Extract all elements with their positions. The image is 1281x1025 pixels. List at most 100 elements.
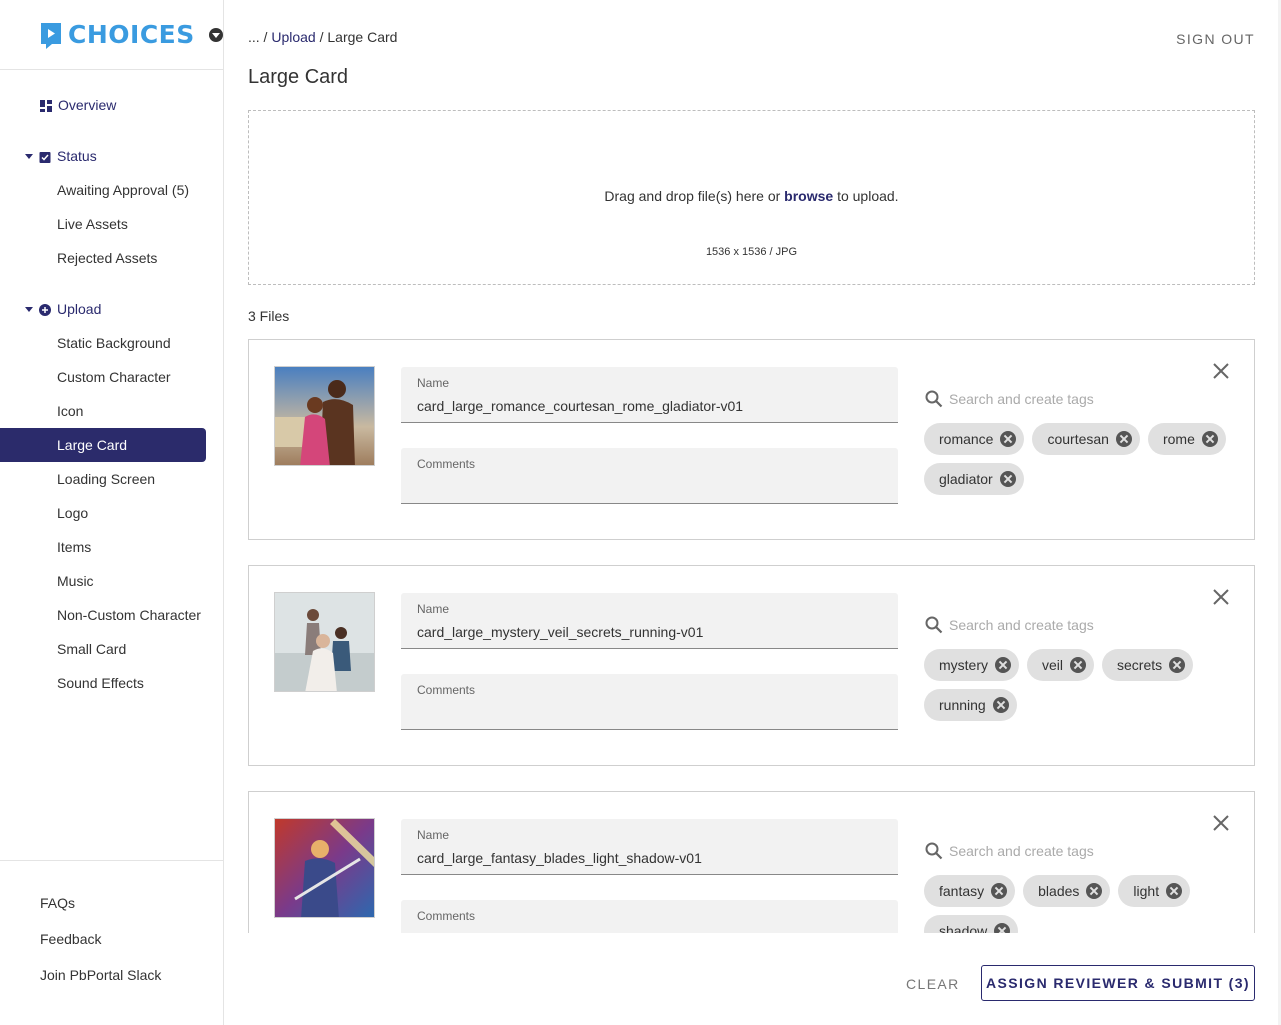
remove-tag-icon[interactable]	[1201, 431, 1218, 447]
remove-file-icon[interactable]	[1212, 362, 1230, 380]
sidebar-item-items[interactable]: Items	[0, 530, 223, 564]
remove-tag-icon[interactable]	[995, 657, 1011, 673]
brand-logo-text[interactable]: CHOICES	[68, 20, 195, 49]
breadcrumb-current: Large Card	[327, 29, 398, 45]
sidebar-item-large-card[interactable]: Large Card	[0, 428, 206, 462]
tag-chip[interactable]: rome	[1147, 423, 1226, 455]
tag-label: running	[939, 697, 986, 713]
file-dropzone[interactable]: Drag and drop file(s) here or browse to …	[248, 110, 1255, 285]
remove-file-icon[interactable]	[1212, 588, 1230, 606]
page-title: Large Card	[248, 66, 349, 88]
file-card: Name card_large_fantasy_blades_light_sha…	[248, 791, 1255, 933]
breadcrumb-ellipsis[interactable]: ... /	[248, 29, 267, 45]
remove-tag-icon[interactable]	[1115, 431, 1132, 447]
tag-list: fantasy blades light shadow	[924, 875, 1244, 933]
remove-tag-icon[interactable]	[994, 923, 1011, 933]
remove-tag-icon[interactable]	[991, 883, 1008, 899]
tag-chip[interactable]: veil	[1027, 649, 1095, 681]
sidebar-section-upload[interactable]: Upload	[0, 292, 223, 326]
tag-label: rome	[1162, 431, 1195, 447]
sidebar-item-icon[interactable]: Icon	[0, 394, 223, 428]
tag-label: mystery	[939, 657, 988, 673]
sign-out-button[interactable]: SIGN OUT	[1176, 31, 1255, 47]
brand-dropdown-icon[interactable]	[208, 27, 223, 42]
sidebar-nav: Overview Status Awaiting Approval (5) Li…	[0, 70, 223, 700]
tag-search-input[interactable]: Search and create tags	[925, 840, 1225, 862]
tag-list: romance courtesan rome gladiator	[924, 423, 1244, 503]
name-field-label: Name	[417, 376, 450, 390]
tag-search-placeholder: Search and create tags	[949, 617, 1094, 633]
remove-tag-icon[interactable]	[1086, 883, 1103, 899]
tag-chip[interactable]: light	[1118, 875, 1191, 907]
feedback-link[interactable]: Feedback	[0, 921, 223, 957]
name-field-label: Name	[417, 828, 450, 842]
tag-chip[interactable]: gladiator	[924, 463, 1024, 495]
dashboard-icon	[40, 99, 52, 112]
dropzone-text-after: to upload.	[837, 188, 899, 204]
tag-label: shadow	[939, 923, 988, 933]
file-card: Name card_large_romance_courtesan_rome_g…	[248, 339, 1255, 540]
comments-field-label: Comments	[417, 683, 476, 697]
name-field-value: card_large_mystery_veil_secrets_running-…	[417, 624, 704, 640]
sidebar-item-overview[interactable]: Overview	[0, 88, 223, 122]
tag-chip[interactable]: romance	[924, 423, 1025, 455]
search-icon	[925, 616, 943, 634]
tag-chip[interactable]: running	[924, 689, 1017, 721]
tag-search-placeholder: Search and create tags	[949, 843, 1094, 859]
faqs-link[interactable]: FAQs	[0, 885, 223, 921]
dropzone-text-before: Drag and drop file(s) here or	[604, 188, 781, 204]
sidebar-item-music[interactable]: Music	[0, 564, 223, 598]
sidebar-item-sound-effects[interactable]: Sound Effects	[0, 666, 223, 700]
sidebar-item-loading-screen[interactable]: Loading Screen	[0, 462, 223, 496]
sidebar-item-rejected-assets[interactable]: Rejected Assets	[0, 241, 223, 275]
file-thumbnail	[274, 592, 375, 692]
remove-tag-icon[interactable]	[1000, 431, 1017, 447]
sidebar-item-non-custom-character[interactable]: Non-Custom Character	[0, 598, 223, 632]
tag-label: light	[1133, 883, 1160, 899]
name-field-value: card_large_romance_courtesan_rome_gladia…	[417, 398, 744, 414]
tag-search-input[interactable]: Search and create tags	[925, 614, 1225, 636]
comments-field-label: Comments	[417, 457, 476, 471]
sidebar-item-awaiting-approval[interactable]: Awaiting Approval (5)	[0, 173, 223, 207]
remove-tag-icon[interactable]	[1169, 657, 1186, 673]
tag-label: courtesan	[1047, 431, 1109, 447]
file-thumbnail	[274, 818, 375, 918]
comments-field[interactable]: Comments	[401, 900, 898, 933]
assign-reviewer-submit-button[interactable]: ASSIGN REVIEWER & SUBMIT (3)	[981, 965, 1255, 1001]
sidebar-section-label: Upload	[57, 301, 102, 317]
name-field[interactable]: Name card_large_romance_courtesan_rome_g…	[401, 367, 898, 423]
sidebar-item-static-background[interactable]: Static Background	[0, 326, 223, 360]
comments-field-label: Comments	[417, 909, 476, 923]
name-field[interactable]: Name card_large_fantasy_blades_light_sha…	[401, 819, 898, 875]
tag-chip[interactable]: shadow	[924, 915, 1019, 933]
comments-field[interactable]: Comments	[401, 674, 898, 730]
sidebar-item-logo[interactable]: Logo	[0, 496, 223, 530]
join-slack-link[interactable]: Join PbPortal Slack	[0, 957, 223, 993]
sidebar-item-custom-character[interactable]: Custom Character	[0, 360, 223, 394]
sidebar-item-live-assets[interactable]: Live Assets	[0, 207, 223, 241]
tag-chip[interactable]: blades	[1023, 875, 1111, 907]
remove-tag-icon[interactable]	[992, 697, 1009, 713]
file-card: Name card_large_mystery_veil_secrets_run…	[248, 565, 1255, 766]
tag-label: fantasy	[939, 883, 985, 899]
files-count: 3 Files	[248, 308, 290, 324]
sidebar-section-status[interactable]: Status	[0, 139, 223, 173]
browse-link[interactable]: browse	[784, 188, 833, 204]
remove-tag-icon[interactable]	[999, 471, 1016, 487]
name-field[interactable]: Name card_large_mystery_veil_secrets_run…	[401, 593, 898, 649]
file-list[interactable]: Name card_large_romance_courtesan_rome_g…	[248, 339, 1258, 933]
clear-button[interactable]: CLEAR	[906, 976, 960, 992]
comments-field[interactable]: Comments	[401, 448, 898, 504]
remove-file-icon[interactable]	[1212, 814, 1230, 832]
tag-search-input[interactable]: Search and create tags	[925, 388, 1225, 410]
tag-chip[interactable]: mystery	[924, 649, 1019, 681]
tag-chip[interactable]: courtesan	[1032, 423, 1140, 455]
tag-chip[interactable]: secrets	[1102, 649, 1194, 681]
tag-chip[interactable]: fantasy	[924, 875, 1016, 907]
remove-tag-icon[interactable]	[1070, 657, 1087, 673]
sidebar: CHOICES Overview Status Awaiting Approva…	[0, 0, 224, 1025]
sidebar-item-small-card[interactable]: Small Card	[0, 632, 223, 666]
remove-tag-icon[interactable]	[1166, 883, 1183, 899]
sidebar-item-label: Overview	[58, 97, 117, 113]
breadcrumb-link-upload[interactable]: Upload	[271, 29, 315, 45]
